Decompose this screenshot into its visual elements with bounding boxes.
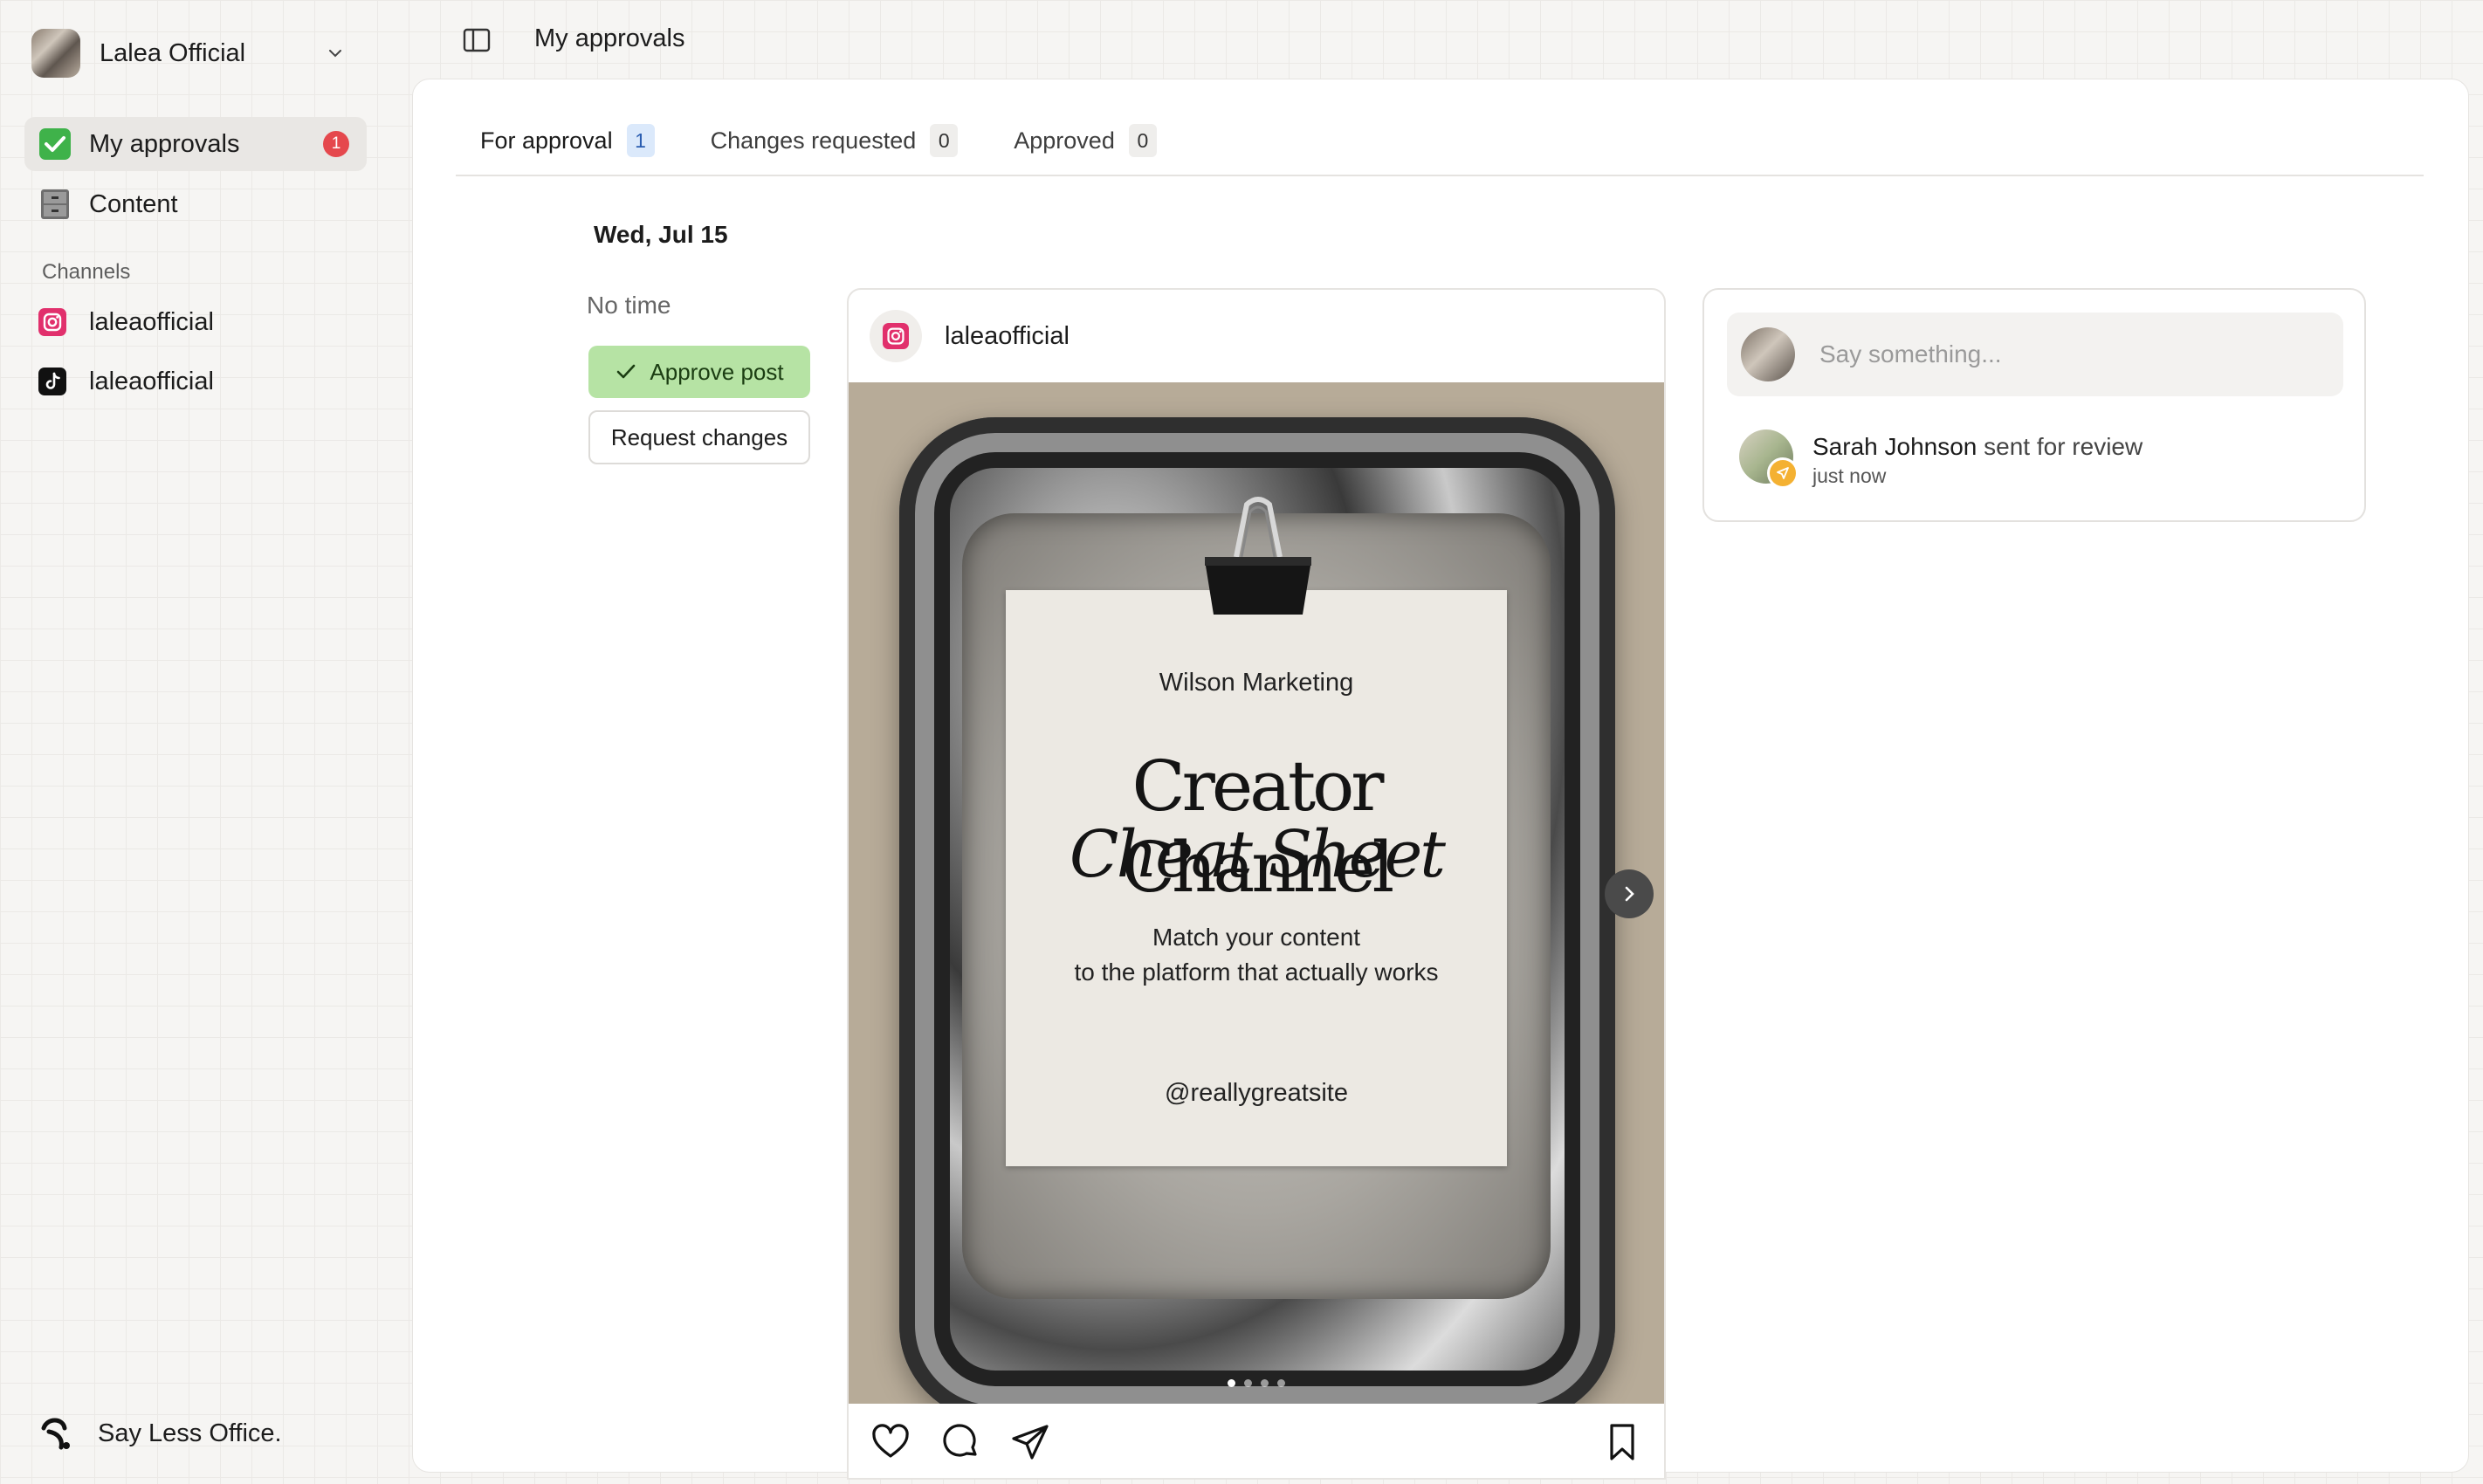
heart-icon[interactable] xyxy=(870,1421,911,1463)
activity-time: just now xyxy=(1812,464,1887,487)
tiktok-icon xyxy=(38,368,66,395)
share-icon[interactable] xyxy=(1009,1421,1051,1463)
brand-logo-icon xyxy=(41,1418,70,1450)
activity-line: Sarah Johnson sent for review xyxy=(1812,433,2143,461)
schedule-date: Wed, Jul 15 xyxy=(594,221,728,248)
activity-action: sent for review xyxy=(1984,433,2143,460)
comment-icon[interactable] xyxy=(939,1421,981,1463)
carousel-dot[interactable] xyxy=(1228,1379,1235,1387)
check-icon xyxy=(617,364,636,379)
carousel-dot[interactable] xyxy=(1277,1379,1285,1387)
tab-changes-requested[interactable]: Changes requested 0 xyxy=(711,124,959,157)
channel-instagram[interactable]: laleaofficial xyxy=(38,303,214,341)
notification-badge: 1 xyxy=(323,131,349,157)
approve-post-button[interactable]: Approve post xyxy=(588,346,810,398)
image-brand-text: Wilson Marketing xyxy=(1159,669,1354,697)
workspace-name: Lalea Official xyxy=(100,38,246,67)
workspace-avatar xyxy=(31,29,80,78)
image-handle-text: @reallygreatsite xyxy=(1165,1079,1348,1107)
tab-for-approval[interactable]: For approval 1 xyxy=(480,124,655,157)
activity-avatar xyxy=(1739,429,1799,489)
tab-approved[interactable]: Approved 0 xyxy=(1014,124,1157,157)
tabs-divider xyxy=(456,175,2424,176)
footer-brand[interactable]: Say Less Office. xyxy=(37,1414,282,1453)
sidebar-item-label: Content xyxy=(89,189,178,218)
sidebar-item-content[interactable]: Content xyxy=(24,177,367,231)
tab-label: Approved xyxy=(1014,127,1115,154)
workspace-switcher[interactable]: Lalea Official xyxy=(31,28,354,79)
schedule-time: No time xyxy=(587,292,671,319)
activity-user: Sarah Johnson xyxy=(1812,433,1977,460)
chevron-down-icon xyxy=(329,50,341,58)
cheat-sheet-paper: Wilson Marketing Creator Channel Cheat S… xyxy=(1006,590,1507,1166)
tab-label: For approval xyxy=(480,127,613,154)
channel-label: laleaofficial xyxy=(89,367,214,395)
post-image: Wilson Marketing Creator Channel Cheat S… xyxy=(849,382,1664,1404)
image-title-line2: Cheat Sheet xyxy=(1069,817,1446,892)
sidebar-item-my-approvals[interactable]: My approvals 1 xyxy=(24,117,367,171)
post-actions-bar xyxy=(849,1404,1664,1478)
check-box-icon xyxy=(38,127,72,161)
carousel-dots xyxy=(1228,1379,1294,1387)
file-cabinet-icon xyxy=(38,188,72,221)
request-changes-button[interactable]: Request changes xyxy=(588,410,810,464)
approval-tabs: For approval 1 Changes requested 0 Appro… xyxy=(480,120,1213,161)
channels-section-label: Channels xyxy=(42,260,131,284)
tab-count: 0 xyxy=(1128,124,1157,157)
footer-brand-label: Say Less Office. xyxy=(98,1419,282,1447)
user-avatar xyxy=(1741,327,1795,381)
approve-post-label: Approve post xyxy=(650,358,784,385)
instagram-icon xyxy=(883,323,909,349)
carousel-next-button[interactable] xyxy=(1605,869,1654,918)
channel-tiktok[interactable]: laleaofficial xyxy=(38,362,214,401)
sidebar-toggle-icon[interactable] xyxy=(461,24,492,56)
tab-count: 0 xyxy=(930,124,959,157)
image-subtitle-line2: to the platform that actually works xyxy=(1074,958,1439,986)
sidebar-item-label: My approvals xyxy=(89,129,240,158)
carousel-dot[interactable] xyxy=(1244,1379,1252,1387)
activity-item: Sarah Johnson sent for review just now xyxy=(1739,429,2143,489)
comment-input[interactable] xyxy=(1818,340,2310,369)
comment-box xyxy=(1727,313,2343,396)
post-preview-card: laleaofficial Wilson Marketing Creator C… xyxy=(847,288,1666,1480)
post-handle: laleaofficial xyxy=(945,321,1070,350)
binder-clip-icon xyxy=(1205,497,1311,615)
chevron-right-icon xyxy=(1625,886,1634,902)
comments-card: Sarah Johnson sent for review just now xyxy=(1702,288,2366,522)
post-channel-avatar xyxy=(870,310,922,362)
send-icon xyxy=(1767,457,1799,489)
activity-text: Sarah Johnson sent for review just now xyxy=(1812,433,2143,488)
page-title: My approvals xyxy=(534,24,685,52)
tab-count: 1 xyxy=(626,124,655,157)
instagram-icon xyxy=(38,308,66,336)
bookmark-icon[interactable] xyxy=(1601,1421,1643,1463)
image-subtitle-line1: Match your content xyxy=(1152,924,1361,951)
tab-label: Changes requested xyxy=(710,127,917,154)
post-header: laleaofficial xyxy=(849,290,1664,382)
carousel-dot[interactable] xyxy=(1261,1379,1269,1387)
channel-label: laleaofficial xyxy=(89,307,214,336)
